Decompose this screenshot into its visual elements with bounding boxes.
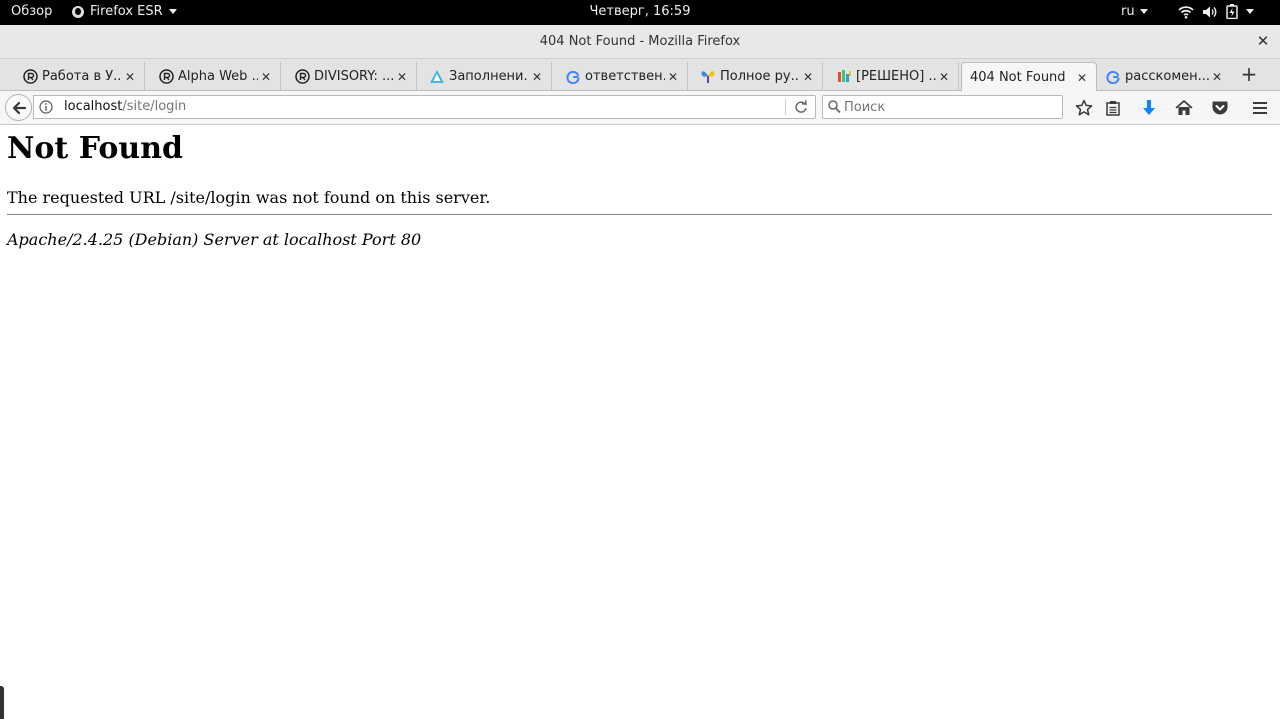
close-tab-icon[interactable]: ✕ bbox=[122, 70, 138, 84]
circled-r-icon bbox=[158, 69, 174, 85]
wifi-icon bbox=[1178, 5, 1194, 19]
page-heading: Not Found bbox=[7, 131, 184, 166]
navigation-toolbar: localhost/site/login bbox=[0, 91, 1280, 125]
info-icon[interactable] bbox=[39, 100, 53, 114]
server-signature: Apache/2.4.25 (Debian) Server at localho… bbox=[7, 230, 422, 249]
downloads-button[interactable] bbox=[1138, 97, 1160, 119]
screen-corner bbox=[0, 686, 4, 719]
volume-icon bbox=[1203, 6, 1217, 17]
tab[interactable]: Полное ру... ✕ bbox=[694, 62, 823, 91]
tab-label: [РЕШЕНО] ... bbox=[856, 69, 936, 84]
triangle-logo-icon bbox=[429, 69, 445, 85]
url-separator bbox=[785, 99, 786, 115]
tab-label: ответствен... bbox=[585, 69, 665, 84]
url-path: /site/login bbox=[122, 99, 187, 114]
tab-strip: Работа в У... ✕ Alpha Web ... ✕ DIVISORY… bbox=[0, 59, 1280, 92]
tab-label: DIVISORY: ... bbox=[314, 69, 394, 84]
error-message: The requested URL /site/login was not fo… bbox=[7, 188, 491, 207]
battery-icon bbox=[1226, 4, 1238, 19]
search-input[interactable] bbox=[844, 97, 1056, 117]
language-label: ru bbox=[1121, 4, 1135, 19]
bookmark-star-button[interactable] bbox=[1073, 97, 1095, 119]
tab-label: Alpha Web ... bbox=[178, 69, 258, 84]
tab[interactable]: расскомен... ✕ bbox=[1099, 62, 1231, 91]
language-selector[interactable]: ru bbox=[1121, 4, 1148, 19]
close-tab-icon[interactable]: ✕ bbox=[258, 70, 274, 84]
window-title: 404 Not Found - Mozilla Firefox bbox=[539, 34, 741, 49]
chevron-down-icon bbox=[1246, 9, 1254, 14]
home-button[interactable] bbox=[1173, 97, 1195, 119]
butterfly-icon bbox=[700, 69, 716, 85]
pocket-icon bbox=[1212, 101, 1228, 115]
close-tab-icon[interactable]: ✕ bbox=[529, 70, 545, 84]
url-host: localhost bbox=[64, 99, 123, 114]
tab[interactable]: Работа в У... ✕ bbox=[16, 62, 145, 91]
tab-label: Заполнени... bbox=[449, 69, 529, 84]
close-tab-icon[interactable]: ✕ bbox=[800, 70, 816, 84]
gnome-top-bar: Обзор Firefox ESR Четверг, 16:59 ru bbox=[0, 0, 1280, 25]
search-icon bbox=[828, 100, 841, 114]
chevron-down-icon bbox=[168, 9, 177, 14]
tab[interactable]: Alpha Web ... ✕ bbox=[152, 62, 281, 91]
tab-label: Работа в У... bbox=[42, 69, 122, 84]
new-tab-button[interactable]: + bbox=[1238, 63, 1260, 87]
tab-label: 404 Not Found bbox=[970, 70, 1066, 85]
close-tab-icon[interactable]: ✕ bbox=[1209, 70, 1225, 84]
activities-button[interactable]: Обзор bbox=[11, 4, 52, 19]
tab[interactable]: [РЕШЕНО] ... ✕ bbox=[830, 62, 959, 91]
window-close-button[interactable]: ✕ bbox=[1255, 32, 1271, 50]
window-title-bar: 404 Not Found - Mozilla Firefox ✕ bbox=[0, 25, 1280, 59]
download-arrow-icon bbox=[1143, 100, 1155, 115]
reload-icon[interactable] bbox=[792, 99, 810, 115]
close-tab-icon[interactable]: ✕ bbox=[936, 70, 952, 84]
app-menu[interactable]: Firefox ESR bbox=[72, 4, 177, 19]
system-menu[interactable] bbox=[1178, 4, 1254, 19]
divider bbox=[7, 214, 1272, 215]
url-bar[interactable]: localhost/site/login bbox=[33, 95, 816, 119]
close-tab-icon[interactable]: ✕ bbox=[394, 70, 410, 84]
tab-label: расскомен... bbox=[1125, 69, 1209, 84]
page-content: Not Found The requested URL /site/login … bbox=[0, 126, 1280, 719]
close-tab-icon[interactable]: ✕ bbox=[665, 70, 681, 84]
firefox-icon bbox=[72, 5, 84, 18]
reading-list-button[interactable] bbox=[1102, 97, 1124, 119]
url-text[interactable]: localhost/site/login bbox=[64, 99, 186, 114]
search-bar[interactable] bbox=[822, 95, 1063, 119]
google-icon bbox=[565, 69, 581, 85]
circled-r-icon bbox=[22, 69, 38, 85]
chevron-down-icon bbox=[1139, 9, 1148, 14]
circled-r-icon bbox=[294, 69, 310, 85]
pocket-button[interactable] bbox=[1209, 97, 1231, 119]
forum-icon bbox=[836, 69, 852, 85]
tab[interactable]: ответствен... ✕ bbox=[559, 62, 688, 91]
hamburger-menu-icon bbox=[1253, 102, 1267, 114]
tab[interactable]: Заполнени... ✕ bbox=[423, 62, 552, 91]
back-button[interactable] bbox=[5, 94, 32, 121]
tab-label: Полное ру... bbox=[720, 69, 800, 84]
open-menu-button[interactable] bbox=[1249, 97, 1271, 119]
close-tab-icon[interactable]: ✕ bbox=[1074, 71, 1090, 85]
google-icon bbox=[1105, 69, 1121, 85]
home-icon bbox=[1175, 100, 1193, 115]
back-arrow-icon bbox=[12, 101, 26, 114]
star-icon bbox=[1075, 99, 1093, 116]
tab[interactable]: DIVISORY: ... ✕ bbox=[288, 62, 417, 91]
clock[interactable]: Четверг, 16:59 bbox=[590, 4, 691, 19]
tab-active[interactable]: 404 Not Found ✕ bbox=[961, 62, 1097, 92]
clipboard-list-icon bbox=[1106, 101, 1120, 116]
app-menu-label: Firefox ESR bbox=[90, 4, 163, 19]
